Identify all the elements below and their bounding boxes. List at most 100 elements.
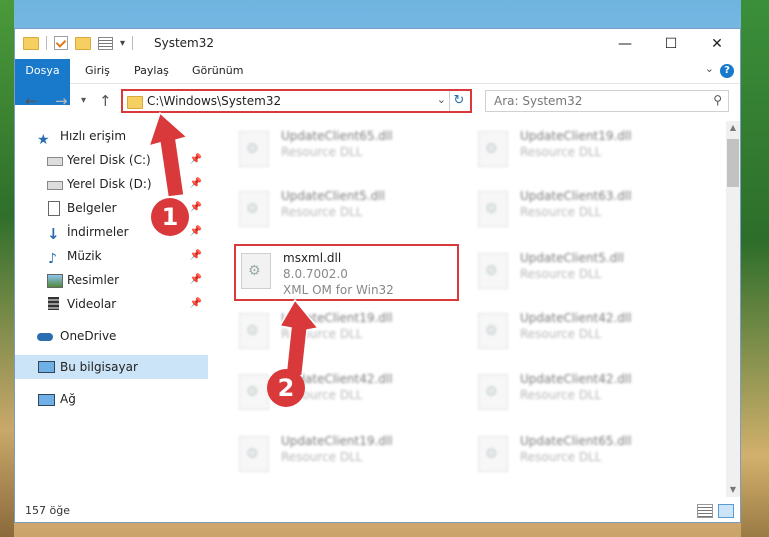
- file-name: UpdateClient5.dll: [520, 251, 624, 265]
- vertical-scrollbar[interactable]: ▲ ▼: [726, 121, 740, 497]
- scrollbar-thumb[interactable]: [727, 139, 739, 187]
- sidebar-item-pictures[interactable]: Resimler 📌: [15, 268, 208, 292]
- file-item[interactable]: UpdateClient19.dll Resource DLL: [235, 430, 455, 476]
- sidebar-item-label: Belgeler: [67, 201, 117, 215]
- tiles-view-icon[interactable]: [718, 504, 734, 518]
- file-name: UpdateClient42.dll: [520, 311, 632, 325]
- refresh-icon[interactable]: ↻: [449, 91, 468, 111]
- dll-file-icon: [478, 313, 508, 349]
- sidebar-item-label: Hızlı erişim: [60, 129, 127, 143]
- maximize-button[interactable]: ☐: [648, 29, 694, 59]
- file-type: Resource DLL: [281, 327, 363, 341]
- sidebar-item-label: Resimler: [67, 273, 120, 287]
- sidebar-item-local-disk-d[interactable]: Yerel Disk (D:) 📌: [15, 172, 208, 196]
- sidebar-item-this-pc[interactable]: Bu bilgisayar: [15, 355, 208, 379]
- status-bar: 157 öğe: [15, 500, 740, 522]
- file-item[interactable]: UpdateClient42.dll Resource DLL: [474, 368, 694, 414]
- tab-home[interactable]: Giriş: [85, 59, 110, 83]
- file-item[interactable]: UpdateClient5.dll Resource DLL: [235, 185, 455, 231]
- scroll-up-arrow-icon[interactable]: ▲: [726, 121, 740, 135]
- file-type: Resource DLL: [520, 388, 602, 402]
- explorer-window: ▾ System32 — ☐ ✕ Dosya Giriş Paylaş Görü…: [14, 28, 741, 523]
- file-type: Resource DLL: [520, 327, 602, 341]
- callout-2: 2: [267, 369, 305, 407]
- properties-check-icon[interactable]: [54, 36, 68, 50]
- search-box[interactable]: Ara: System32 ⚲: [485, 90, 729, 112]
- address-path[interactable]: C:\Windows\System32: [147, 94, 281, 108]
- file-type: Resource DLL: [520, 145, 602, 159]
- search-icon[interactable]: ⚲: [713, 93, 722, 107]
- forward-arrow-icon[interactable]: →: [55, 92, 68, 110]
- new-folder-icon[interactable]: [75, 36, 91, 50]
- sidebar-item-onedrive[interactable]: OneDrive: [15, 324, 208, 348]
- up-arrow-icon[interactable]: ↑: [99, 92, 112, 110]
- customize-toolbar-chevron-icon[interactable]: ▾: [120, 38, 125, 49]
- item-count: 157 öğe: [25, 504, 70, 517]
- desktop-background-left: [0, 0, 14, 537]
- toolbar-divider: [46, 36, 47, 50]
- file-item[interactable]: UpdateClient42.dll Resource DLL: [474, 307, 694, 353]
- details-view-icon[interactable]: [697, 504, 713, 518]
- pin-icon: 📌: [189, 298, 202, 309]
- help-icon[interactable]: ?: [720, 64, 734, 78]
- navigation-pane: ★ Hızlı erişim Yerel Disk (C:) 📌 Yerel D…: [15, 124, 208, 494]
- tab-view[interactable]: Görünüm: [192, 59, 243, 83]
- scroll-down-arrow-icon[interactable]: ▼: [726, 483, 740, 497]
- back-arrow-icon[interactable]: ←: [25, 92, 38, 110]
- search-placeholder[interactable]: Ara: System32: [494, 94, 582, 108]
- navigation-bar: ← → ▾ ↑ C:\Windows\System32 ⌄ ↻ Ara: Sys…: [15, 84, 740, 118]
- dll-file-icon: [239, 191, 269, 227]
- sidebar-item-quick-access[interactable]: ★ Hızlı erişim: [15, 124, 208, 148]
- file-name: UpdateClient63.dll: [520, 189, 632, 203]
- file-name: UpdateClient65.dll: [281, 129, 393, 143]
- callout-1: 1: [151, 198, 189, 236]
- drive-icon: [47, 181, 63, 190]
- file-item[interactable]: UpdateClient19.dll Resource DLL: [474, 125, 694, 171]
- pin-icon: 📌: [189, 226, 202, 237]
- address-dropdown-icon[interactable]: ⌄: [437, 93, 446, 106]
- dll-file-icon: [478, 253, 508, 289]
- expand-ribbon-chevron-icon[interactable]: ⌄: [705, 62, 714, 75]
- pin-icon: 📌: [189, 274, 202, 285]
- sidebar-item-label: Müzik: [67, 249, 102, 263]
- folder-icon: [127, 96, 143, 109]
- file-name: UpdateClient19.dll: [281, 311, 393, 325]
- pictures-icon: [47, 274, 63, 288]
- videos-icon: [48, 297, 59, 310]
- file-item[interactable]: UpdateClient63.dll Resource DLL: [474, 185, 694, 231]
- dll-file-icon: [239, 131, 269, 167]
- file-name: UpdateClient65.dll: [520, 434, 632, 448]
- minimize-button[interactable]: —: [602, 29, 648, 59]
- cloud-icon: [37, 333, 53, 341]
- file-type: Resource DLL: [520, 267, 602, 281]
- close-button[interactable]: ✕: [694, 29, 740, 59]
- file-type: Resource DLL: [281, 205, 363, 219]
- sidebar-item-network[interactable]: Ağ: [15, 387, 208, 411]
- file-type: Resource DLL: [281, 450, 363, 464]
- sidebar-item-label: Bu bilgisayar: [60, 360, 138, 374]
- ribbon-tabs: Dosya Giriş Paylaş Görünüm ⌄ ?: [15, 59, 740, 105]
- file-item[interactable]: UpdateClient65.dll Resource DLL: [235, 125, 455, 171]
- sidebar-item-label: Videolar: [67, 297, 117, 311]
- recent-locations-chevron-icon[interactable]: ▾: [81, 95, 86, 106]
- address-bar[interactable]: C:\Windows\System32 ⌄ ↻: [121, 89, 472, 113]
- file-type: Resource DLL: [520, 450, 602, 464]
- file-item[interactable]: UpdateClient19.dll Resource DLL: [235, 307, 455, 353]
- file-list: UpdateClient65.dll Resource DLL UpdateCl…: [217, 121, 723, 497]
- sidebar-item-music[interactable]: ♪ Müzik 📌: [15, 244, 208, 268]
- msxml-highlight-box: [234, 244, 459, 301]
- documents-icon: [48, 201, 60, 216]
- pin-icon: 📌: [189, 154, 202, 165]
- dll-file-icon: [239, 374, 269, 410]
- sidebar-item-label: OneDrive: [60, 329, 117, 343]
- sidebar-item-videos[interactable]: Videolar 📌: [15, 292, 208, 316]
- properties-icon[interactable]: [98, 36, 113, 50]
- file-item[interactable]: UpdateClient5.dll Resource DLL: [474, 247, 694, 293]
- file-name: UpdateClient19.dll: [281, 434, 393, 448]
- star-icon: ★: [37, 132, 50, 148]
- tab-share[interactable]: Paylaş: [134, 59, 169, 83]
- drive-icon: [47, 157, 63, 166]
- sidebar-item-local-disk-c[interactable]: Yerel Disk (C:) 📌: [15, 148, 208, 172]
- window-title: System32: [154, 36, 215, 50]
- file-item[interactable]: UpdateClient65.dll Resource DLL: [474, 430, 694, 476]
